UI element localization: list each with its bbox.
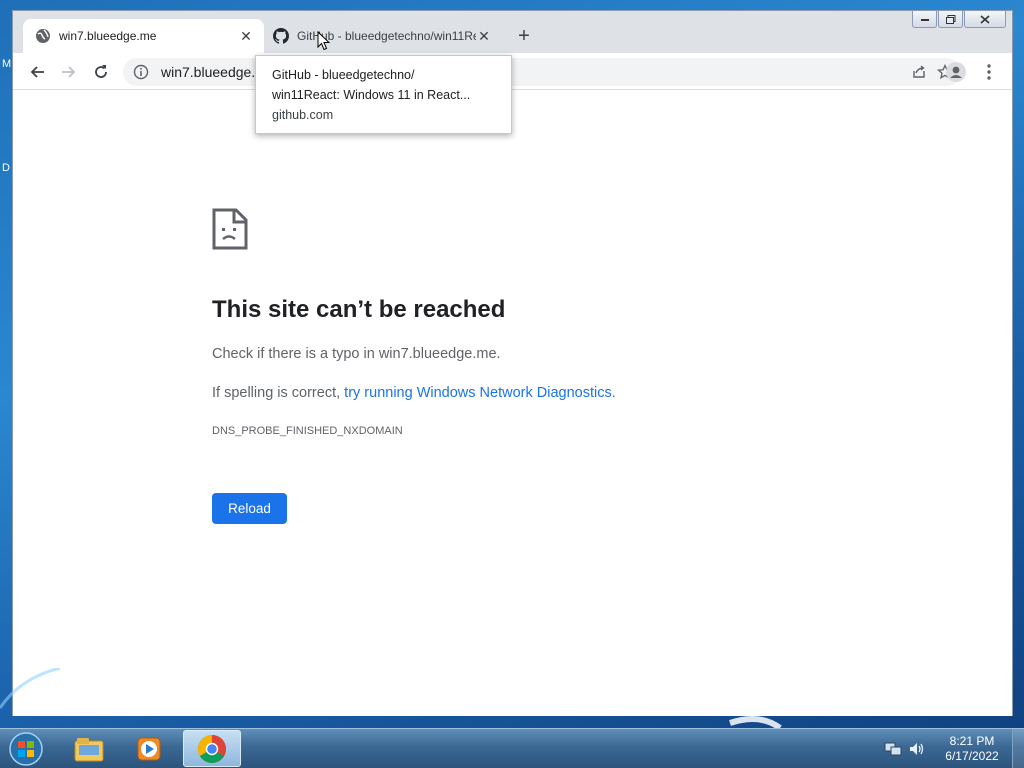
start-button[interactable] — [6, 731, 46, 767]
close-window-icon — [980, 14, 990, 24]
tab-github[interactable]: GitHub - blueedgetechno/win11React: Wind… — [261, 19, 502, 53]
hover-card-title-line1: GitHub - blueedgetechno/ — [272, 68, 415, 82]
profile-button[interactable] — [944, 60, 968, 84]
tab-win7[interactable]: win7.blueedge.me ✕ — [23, 19, 264, 53]
volume-icon[interactable] — [908, 740, 926, 758]
mouse-cursor-icon — [317, 31, 331, 51]
diagnostics-link[interactable]: try running Windows Network Diagnostics — [344, 385, 612, 401]
minimize-icon — [920, 19, 929, 21]
close-icon[interactable]: ✕ — [238, 28, 254, 45]
reload-toolbar-button[interactable] — [89, 60, 113, 84]
menu-button[interactable] — [977, 60, 1001, 84]
taskbar-explorer[interactable] — [60, 730, 118, 767]
new-tab-button[interactable]: + — [513, 25, 535, 47]
avatar-icon — [946, 62, 966, 82]
tab-hover-card: GitHub - blueedgetechno/ win11React: Win… — [255, 55, 512, 134]
system-clock[interactable]: 8:21 PM 6/17/2022 — [932, 734, 1012, 764]
hover-card-domain: github.com — [272, 108, 334, 122]
window-controls — [912, 11, 1006, 28]
tab-strip: win7.blueedge.me ✕ GitHub - blueedgetech… — [13, 11, 1012, 53]
windows-explorer-icon — [74, 737, 104, 761]
forward-button[interactable] — [57, 60, 81, 84]
reload-button[interactable]: Reload — [212, 493, 287, 524]
page-content: This site can’t be reached Check if ther… — [13, 90, 1012, 716]
github-icon — [273, 28, 289, 44]
clock-time: 8:21 PM — [949, 734, 995, 748]
restore-button[interactable] — [938, 11, 963, 28]
tab-title: win7.blueedge.me — [59, 29, 157, 43]
diagnostics-hint: If spelling is correct, try running Wind… — [212, 385, 616, 401]
kebab-menu-icon — [987, 64, 991, 80]
minimize-button[interactable] — [912, 11, 937, 28]
typo-hint: Check if there is a typo in win7.blueedg… — [212, 346, 501, 362]
hover-card-title-line2: win11React: Windows 11 in React... — [272, 88, 471, 102]
diagnostics-suffix: . — [611, 385, 616, 401]
close-icon[interactable]: ✕ — [476, 28, 492, 45]
share-icon[interactable] — [911, 64, 927, 80]
desktop-icon-label: M — [2, 58, 12, 70]
system-tray: 8:21 PM 6/17/2022 — [884, 729, 1024, 768]
error-title: This site can’t be reached — [212, 296, 506, 323]
media-player-icon — [137, 737, 161, 760]
restore-icon — [945, 14, 955, 24]
diagnostics-prefix: If spelling is correct, — [212, 385, 345, 401]
clock-date: 6/17/2022 — [945, 749, 999, 763]
info-icon[interactable] — [133, 64, 149, 80]
network-icon[interactable] — [884, 740, 902, 758]
browser-toolbar: win7.blueedge.me — [13, 53, 1012, 90]
show-desktop-button[interactable] — [1012, 729, 1024, 768]
globe-icon — [36, 29, 50, 43]
address-bar[interactable]: win7.blueedge.me — [123, 58, 961, 86]
close-window-button[interactable] — [964, 11, 1006, 28]
forward-arrow-icon — [62, 66, 76, 78]
browser-window: win7.blueedge.me ✕ GitHub - blueedgetech… — [12, 10, 1013, 716]
taskbar: 8:21 PM 6/17/2022 — [0, 728, 1024, 768]
chrome-icon — [198, 734, 226, 763]
back-arrow-icon — [30, 66, 44, 78]
taskbar-chrome[interactable] — [183, 730, 241, 767]
sad-page-icon — [212, 208, 248, 250]
error-code: DNS_PROBE_FINISHED_NXDOMAIN — [212, 425, 403, 437]
taskbar-media-player[interactable] — [120, 730, 178, 767]
desktop-icon-label: D — [2, 162, 10, 174]
back-button[interactable] — [25, 60, 49, 84]
refresh-icon — [95, 65, 107, 78]
